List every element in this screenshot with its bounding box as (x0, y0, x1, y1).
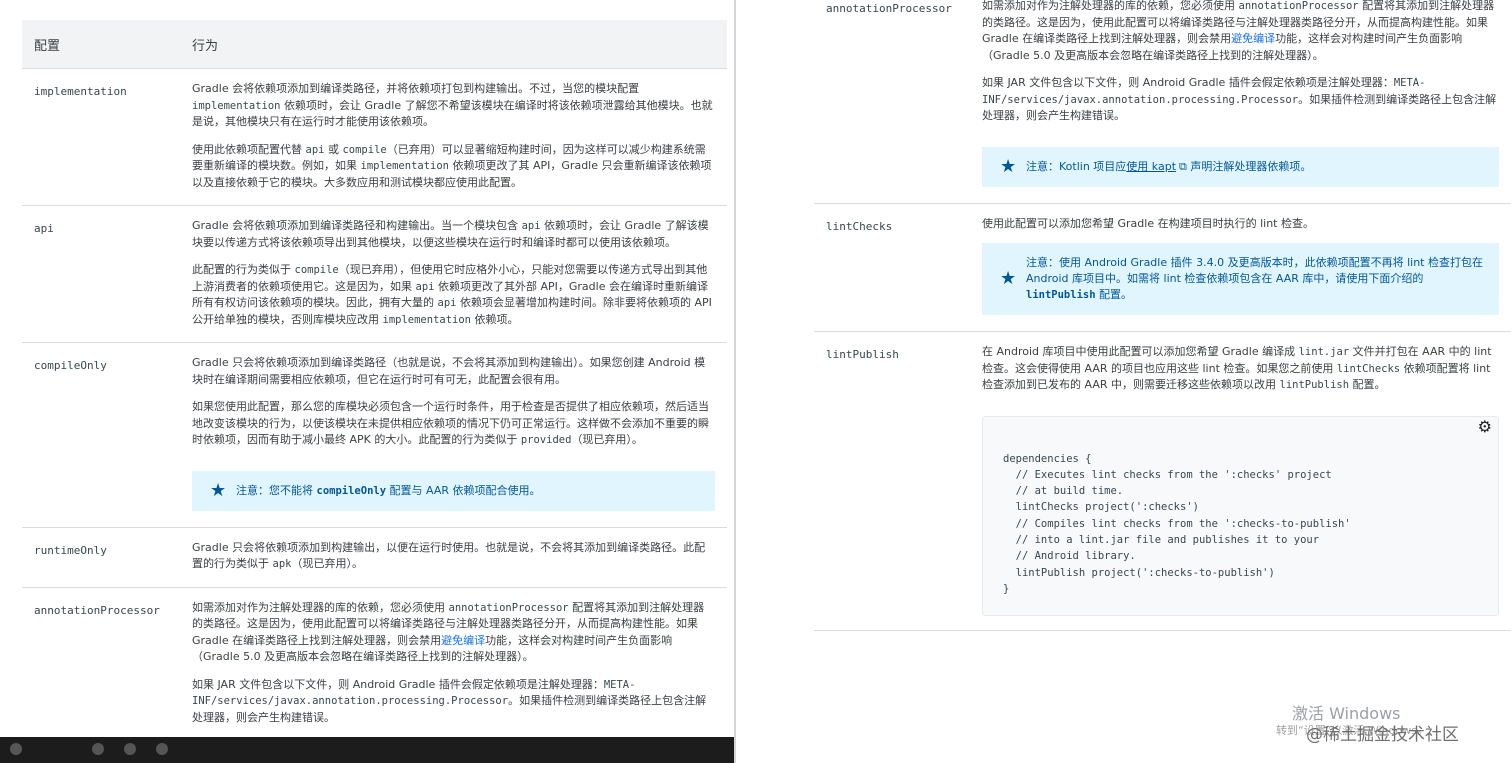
inline-code: api (437, 297, 457, 309)
table-header-row: 配置 行为 (22, 20, 727, 69)
inline-code: compile (342, 143, 387, 156)
config-description: Gradle 只会将依赖项添加到编译类路径（也就是说，不会将其添加到构建输出）。… (180, 342, 727, 528)
inline-code: provided (520, 434, 572, 446)
doc-link[interactable]: 避免编译 (441, 634, 485, 647)
theme-toggle-icon[interactable]: ⚙ (1478, 418, 1492, 436)
star-icon: ★ (1000, 268, 1017, 289)
description-paragraph: 如需添加对作为注解处理器的库的依赖，您必须使用 annotationProces… (192, 600, 705, 664)
inline-code: compile (294, 264, 339, 276)
description-paragraph: 如果您使用此配置，那么您的库模块必须包含一个运行时条件，用于检查是否提供了相应依… (192, 400, 709, 446)
doc-link[interactable]: 使用 kapt (1126, 160, 1176, 173)
inline-code: apk (272, 558, 292, 570)
note-text: 注意：Kotlin 项目应使用 kapt ⧉ 声明注解处理器依赖项。 (1026, 159, 1312, 173)
description-paragraph: 此配置的行为类似于 compile（现已弃用），但使用它时应格外小心，只能对您需… (192, 263, 712, 326)
code-block: ⚙ dependencies { // Executes lint checks … (982, 415, 1499, 617)
left-doc-pane: 配置 行为 implementation Gradle 会将依赖项添加到编译类路径… (0, 0, 734, 763)
description-paragraph: 如果 JAR 文件包含以下文件，则 Android Gradle 插件会假定依赖… (982, 76, 1497, 122)
description-paragraph: 如需添加对作为注解处理器的库的依赖，您必须使用 annotationProces… (982, 0, 1495, 62)
inline-code: api (305, 143, 325, 156)
config-description: 使用此配置可以添加您希望 Gradle 在构建项目时执行的 lint 检查。 ★ 注… (970, 203, 1511, 332)
inline-code: api (521, 220, 541, 232)
star-icon: ★ (210, 479, 227, 501)
config-description: 如需添加对作为注解处理器的库的依赖，您必须使用 annotationProces… (970, 0, 1511, 204)
taskbar-app-icon[interactable] (10, 743, 22, 755)
description-paragraph: 使用此依赖项配置代替 api 或 compile（已弃用）可以显著缩短构建时间，… (192, 142, 712, 189)
right-doc-pane: annotationProcessor 如需添加对作为注解处理器的库的依赖，您必须… (736, 0, 1512, 763)
config-name: lintPublish (814, 331, 970, 632)
inline-code: annotationProcessor (1238, 0, 1359, 12)
config-description: Gradle 会将依赖项添加到编译类路径和构建输出。当一个模块包含 api 依赖… (180, 205, 727, 343)
juejin-watermark: @稀土掘金技术社区 (1306, 725, 1459, 745)
note-box: ★ 注意：您不能将 compileOnly 配置与 AAR 依赖项配合使用。 (192, 470, 715, 511)
table-row: api Gradle 会将依赖项添加到编译类路径和构建输出。当一个模块包含 api… (22, 205, 727, 343)
note-text: 注意：使用 Android Gradle 插件 3.4.0 及更高版本时，此依赖… (1026, 256, 1483, 301)
config-name: annotationProcessor (22, 587, 180, 741)
right-config-table: annotationProcessor 如需添加对作为注解处理器的库的依赖，您必须… (814, 0, 1511, 632)
inline-code: compileOnly (316, 484, 387, 497)
star-icon: ★ (1000, 155, 1017, 177)
note-box: ★ 注意：Kotlin 项目应使用 kapt ⧉ 声明注解处理器依赖项。 (982, 146, 1499, 187)
config-name: annotationProcessor (814, 0, 970, 204)
table-row: annotationProcessor 如需添加对作为注解处理器的库的依赖，您必须… (22, 587, 727, 741)
header-behavior: 行为 (180, 20, 727, 69)
inline-code: META-INF/services/javax.annotation.proce… (192, 678, 636, 708)
inline-code: lintPublish (1026, 289, 1096, 301)
inline-code: implementation (360, 160, 450, 172)
config-description: 如需添加对作为注解处理器的库的依赖，您必须使用 annotationProces… (180, 587, 727, 741)
inline-code: lint.jar (1298, 346, 1350, 358)
description-paragraph: Gradle 会将依赖项添加到编译类路径和构建输出。当一个模块包含 api 依赖… (192, 219, 709, 249)
table-row: lintPublish 在 Android 库项目中使用此配置可以添加您希望 Gr… (814, 331, 1511, 632)
taskbar-app-icon[interactable] (156, 743, 168, 755)
config-description: 在 Android 库项目中使用此配置可以添加您希望 Gradle 编译成 li… (970, 331, 1511, 632)
code-content: dependencies { // Executes lint checks f… (1003, 452, 1351, 595)
table-row: lintChecks 使用此配置可以添加您希望 Gradle 在构建项目时执行的 … (814, 203, 1511, 332)
config-name: lintChecks (814, 203, 970, 332)
inline-code: lintChecks (1336, 362, 1401, 375)
taskbar (0, 737, 734, 763)
config-name: api (22, 205, 180, 343)
description-paragraph: Gradle 会将依赖项添加到编译类路径，并将依赖项打包到构建输出。不过，当您的… (192, 82, 713, 128)
description-paragraph: 如果 JAR 文件包含以下文件，则 Android Gradle 插件会假定依赖… (192, 677, 707, 724)
description-paragraph: Gradle 只会将依赖项添加到构建输出，以便在运行时使用。也就是说，不会将其添… (192, 540, 706, 571)
config-description: Gradle 只会将依赖项添加到构建输出，以便在运行时使用。也就是说，不会将其添… (180, 527, 727, 588)
external-link-icon: ⧉ (1179, 159, 1187, 173)
table-row: runtimeOnly Gradle 只会将依赖项添加到构建输出，以便在运行时使用… (22, 527, 727, 588)
description-paragraph: Gradle 只会将依赖项添加到编译类路径（也就是说，不会将其添加到构建输出）。… (192, 356, 706, 386)
header-config: 配置 (22, 20, 180, 69)
note-text: 注意：您不能将 compileOnly 配置与 AAR 依赖项配合使用。 (236, 483, 541, 497)
doc-link[interactable]: 避免编译 (1231, 32, 1275, 45)
config-name: compileOnly (22, 342, 180, 528)
inline-code: META-INF/services/javax.annotation.proce… (982, 77, 1426, 106)
description-paragraph: 使用此配置可以添加您希望 Gradle 在构建项目时执行的 lint 检查。 (982, 216, 1314, 230)
inline-code: implementation (192, 99, 281, 112)
inline-code: lintPublish (1279, 379, 1350, 391)
inline-code: annotationProcessor (448, 601, 569, 614)
description-paragraph: 在 Android 库项目中使用此配置可以添加您希望 Gradle 编译成 li… (982, 345, 1492, 391)
note-box: ★ 注意：使用 Android Gradle 插件 3.4.0 及更高版本时，此依… (982, 243, 1499, 315)
taskbar-app-icon[interactable] (124, 743, 136, 755)
taskbar-app-icon[interactable] (92, 743, 104, 755)
config-description: Gradle 会将依赖项添加到编译类路径，并将依赖项打包到构建输出。不过，当您的… (180, 68, 727, 206)
table-row: annotationProcessor 如需添加对作为注解处理器的库的依赖，您必须… (814, 0, 1511, 204)
inline-code: api (415, 280, 435, 293)
inline-code: implementation (382, 313, 472, 326)
config-name: implementation (22, 68, 180, 206)
config-name: runtimeOnly (22, 527, 180, 588)
table-row: compileOnly Gradle 只会将依赖项添加到编译类路径（也就是说，不会… (22, 342, 727, 528)
left-config-table: 配置 行为 implementation Gradle 会将依赖项添加到编译类路径… (22, 20, 727, 741)
table-row: implementation Gradle 会将依赖项添加到编译类路径，并将依赖项… (22, 68, 727, 206)
